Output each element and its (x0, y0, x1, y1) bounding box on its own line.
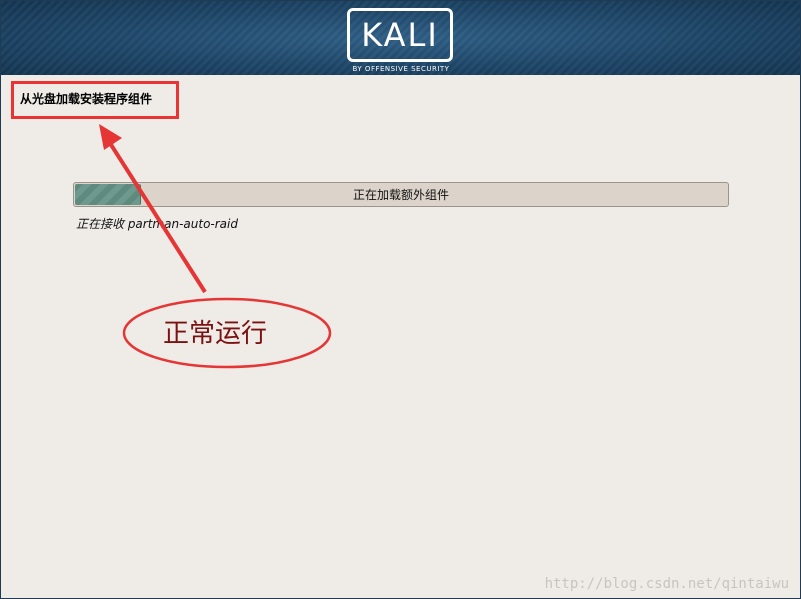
watermark: http://blog.csdn.net/qintaiwu (544, 576, 789, 592)
kali-banner: KALI BY OFFENSIVE SECURITY (1, 1, 800, 75)
kali-logo: KALI (347, 8, 453, 62)
annotation-text: 正常运行 (163, 319, 268, 349)
progress-bar: 正在加载额外组件 (73, 182, 729, 207)
title-highlight-box (11, 81, 179, 119)
logo-subtitle: BY OFFENSIVE SECURITY (352, 65, 450, 73)
logo-text: KALI (361, 16, 439, 54)
progress-label: 正在加载额外组件 (352, 188, 449, 202)
status-text: 正在接收 partman-auto-raid (76, 217, 238, 231)
